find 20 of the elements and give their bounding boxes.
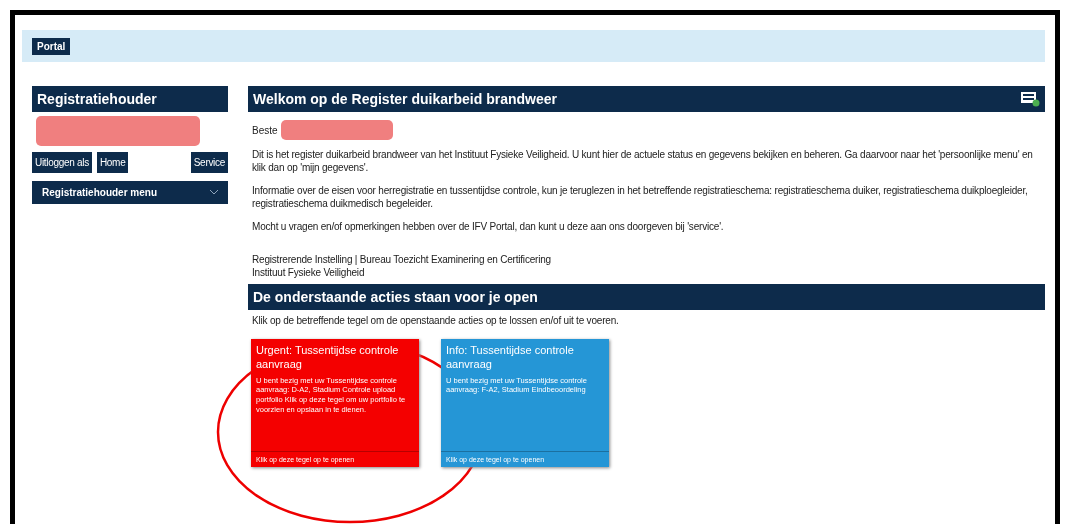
greeting-text: Beste <box>252 124 278 136</box>
signature-line: Registrerende Instelling | Bureau Toezicht Examinering en Certificering <box>252 253 552 266</box>
info-paragraph: Mocht u vragen en/of opmerkingen hebben over de IFV Portal, dan kunt u deze aan ons doorgeven bij 'service'. <box>252 220 725 233</box>
tile-title: Urgent: Tussentijdse controle aanvraag <box>255 343 400 372</box>
actions-title: De onderstaande acties staan voor je open <box>248 284 1045 310</box>
portal-tab[interactable]: Portal <box>32 37 71 55</box>
nav-button[interactable]: Home <box>96 152 129 173</box>
nav-button[interactable]: Service <box>190 152 228 173</box>
tile-title: Info: Tussentijdse controle aanvraag <box>445 343 575 372</box>
sidebar-title: Registratiehouder <box>32 86 228 112</box>
info-paragraph: Informatie over de eisen voor herregistratie en tussentijdse controle, kun je teruglezen in het betreffende registratieschema: registratieschema duiker, registratieschema duikploegleider, registratieschema duikmedisch begeleider. <box>252 184 1029 210</box>
welcome-title: Welkom op de Register duikarbeid brandweer <box>253 91 557 107</box>
chevron-down-icon <box>210 190 218 195</box>
info-paragraph: Dit is het register duikarbeid brandweer van het Instituut Fysieke Veiligheid. U kunt hier de actuele status en gegevens bekijken en beheren. Ga daarvoor naar het 'persoonlijke menu' en klik dan op 'mijn gegevens'. <box>252 148 1034 174</box>
nav-button[interactable]: Uitloggen als <box>32 152 92 173</box>
screen-icon[interactable] <box>1020 91 1040 107</box>
menu-dropdown[interactable]: Registratiehouder menu <box>32 181 228 204</box>
signature-line: Instituut Fysieke Veiligheid <box>252 266 366 279</box>
actions-intro: Klik op de betreffende tegel om de openstaande acties op te lossen en/of uit te voeren. <box>252 314 620 327</box>
action-tile[interactable] <box>251 339 419 467</box>
